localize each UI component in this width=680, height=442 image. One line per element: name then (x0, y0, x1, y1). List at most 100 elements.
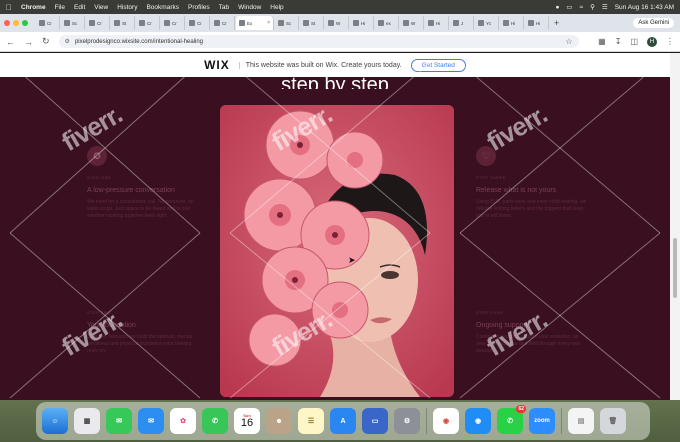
finder-icon[interactable]: ☺ (42, 408, 68, 434)
tab-strip: Cr Sc Cr St Cr Cr Cr Cr Ex × Sc St W Hi ex W Hi J Yc Hi Hi +… (0, 14, 680, 32)
apple-menu-icon[interactable]:  (6, 3, 12, 12)
photos-icon[interactable]: ✿ (170, 408, 196, 434)
address-bar[interactable]: ⚙ pixelprodesignco.wixsite.com/intention… (58, 35, 579, 48)
wifi-icon[interactable]: ≈ (580, 4, 584, 11)
minimize-window-button[interactable] (13, 20, 19, 26)
whatsapp-icon[interactable]: ✆ 62 (497, 405, 526, 434)
forward-arrow-icon[interactable]: → (24, 37, 33, 47)
app-store-icon[interactable]: A (330, 408, 356, 434)
tab-list: Cr Sc Cr St Cr Cr Cr Cr Ex × Sc St W Hi ex W Hi J Yc Hi Hi (36, 14, 550, 32)
browser-tab[interactable]: St (300, 16, 324, 30)
tab-favicon-icon (303, 20, 309, 26)
browser-tab[interactable]: Cr (211, 16, 235, 30)
url-text[interactable]: pixelprodesignco.wixsite.com/intentional… (75, 39, 203, 45)
tab-label: Hi (436, 20, 441, 26)
menu-tab[interactable]: Tab (219, 4, 229, 11)
browser-tab[interactable]: Cr (161, 16, 185, 30)
browser-tab[interactable]: Hi (500, 16, 524, 30)
bookmark-star-icon[interactable]: ☆ (565, 37, 572, 46)
menu-history[interactable]: History (117, 4, 137, 11)
browser-tab[interactable]: W (325, 16, 349, 30)
kebab-menu-icon[interactable]: ⋮ (666, 37, 674, 46)
scrollbar-thumb[interactable] (673, 238, 677, 298)
back-arrow-icon[interactable]: ← (6, 37, 15, 47)
browser-tab[interactable]: Yc (475, 16, 499, 30)
tab-label: Ex (247, 20, 253, 26)
messages-icon[interactable]: ✉ (106, 408, 132, 434)
tab-favicon-icon (239, 20, 245, 26)
extensions-icon[interactable]: ▦ (598, 37, 606, 46)
browser-tab[interactable]: Cr (186, 16, 210, 30)
notes-icon[interactable]: ☰ (298, 408, 324, 434)
browser-tab[interactable]: Hi (350, 16, 374, 30)
browser-tab[interactable]: Ex × (236, 16, 274, 30)
tab-label: ex (386, 20, 391, 26)
calendar-icon[interactable]: Sun 16 (234, 408, 260, 434)
zoom-icon[interactable]: zoom (529, 408, 555, 434)
menu-window[interactable]: Window (238, 4, 261, 11)
screen-recorder-icon[interactable]: ◉ (465, 408, 491, 434)
ask-gemini-button[interactable]: Ask Gemini (633, 18, 674, 28)
new-tab-button[interactable]: + (554, 18, 559, 28)
site-info-icon[interactable]: ⚙ (65, 38, 70, 45)
browser-tab[interactable]: Sc (275, 16, 299, 30)
control-center-icon[interactable]: ☰ (602, 3, 608, 11)
page-scrollbar[interactable] (670, 53, 680, 400)
tab-label: Cr (197, 20, 202, 26)
browser-tab[interactable]: Cr (86, 16, 110, 30)
tab-favicon-icon (164, 20, 170, 26)
menu-file[interactable]: File (55, 4, 65, 11)
system-settings-icon[interactable]: ⚙ (394, 408, 420, 434)
document-icon[interactable]: ▤ (568, 408, 594, 434)
whatsapp-badge: 62 (516, 405, 526, 413)
tab-favicon-icon (89, 20, 95, 26)
tab-label: W (411, 20, 416, 26)
tab-label: Cr (222, 20, 227, 26)
tab-close-icon[interactable]: × (267, 20, 270, 26)
menubar-clock[interactable]: Sun Aug 16 1:43 AM (615, 4, 674, 11)
trash-icon[interactable]: 🗑 (600, 408, 626, 434)
browser-tab[interactable]: ex (375, 16, 399, 30)
simulator-icon[interactable]: ▭ (362, 408, 388, 434)
contacts-icon[interactable]: ☻ (266, 408, 292, 434)
sidebar-icon[interactable]: ◫ (630, 37, 638, 46)
mail-icon[interactable]: ✉ (138, 408, 164, 434)
menu-bookmarks[interactable]: Bookmarks (146, 4, 179, 11)
browser-tab[interactable]: Cr (136, 16, 160, 30)
profile-avatar[interactable]: H (647, 36, 657, 47)
browser-tab[interactable]: Hi (425, 16, 449, 30)
tab-label: St (122, 20, 127, 26)
record-icon[interactable]: ● (555, 4, 559, 11)
browser-tab[interactable]: Sc (61, 16, 85, 30)
battery-icon[interactable]: ▭ (566, 3, 572, 11)
tab-favicon-icon (478, 20, 484, 26)
chrome-icon[interactable]: ◉ (433, 408, 459, 434)
launchpad-icon[interactable]: ▦ (74, 408, 100, 434)
browser-tab[interactable]: J (450, 16, 474, 30)
toolbar-actions: ▦ ↧ ◫ H ⋮ (598, 36, 674, 47)
search-icon[interactable]: ⚲ (590, 3, 595, 11)
tab-favicon-icon (64, 20, 70, 26)
tab-label: Hi (361, 20, 366, 26)
tab-favicon-icon (39, 20, 45, 26)
tab-label: Sc (72, 20, 78, 26)
menu-profiles[interactable]: Profiles (188, 4, 210, 11)
menu-help[interactable]: Help (270, 4, 283, 11)
browser-tab[interactable]: St (111, 16, 135, 30)
zoom-window-button[interactable] (22, 20, 28, 26)
browser-tab[interactable]: Hi (525, 16, 549, 30)
reload-icon[interactable]: ↻ (42, 36, 50, 47)
browser-tab[interactable]: W (400, 16, 424, 30)
tab-favicon-icon (453, 20, 459, 26)
browser-toolbar: ← → ↻ ⚙ pixelprodesignco.wixsite.com/int… (0, 32, 680, 52)
facetime-icon[interactable]: ✆ (202, 408, 228, 434)
dock-separator (561, 408, 562, 434)
menu-view[interactable]: View (94, 4, 108, 11)
browser-tab[interactable]: Cr (36, 16, 60, 30)
menu-edit[interactable]: Edit (74, 4, 85, 11)
menu-app-name[interactable]: Chrome (21, 4, 46, 11)
tab-favicon-icon (353, 20, 359, 26)
close-window-button[interactable] (4, 20, 10, 26)
tab-label: Cr (97, 20, 102, 26)
download-icon[interactable]: ↧ (615, 37, 622, 46)
